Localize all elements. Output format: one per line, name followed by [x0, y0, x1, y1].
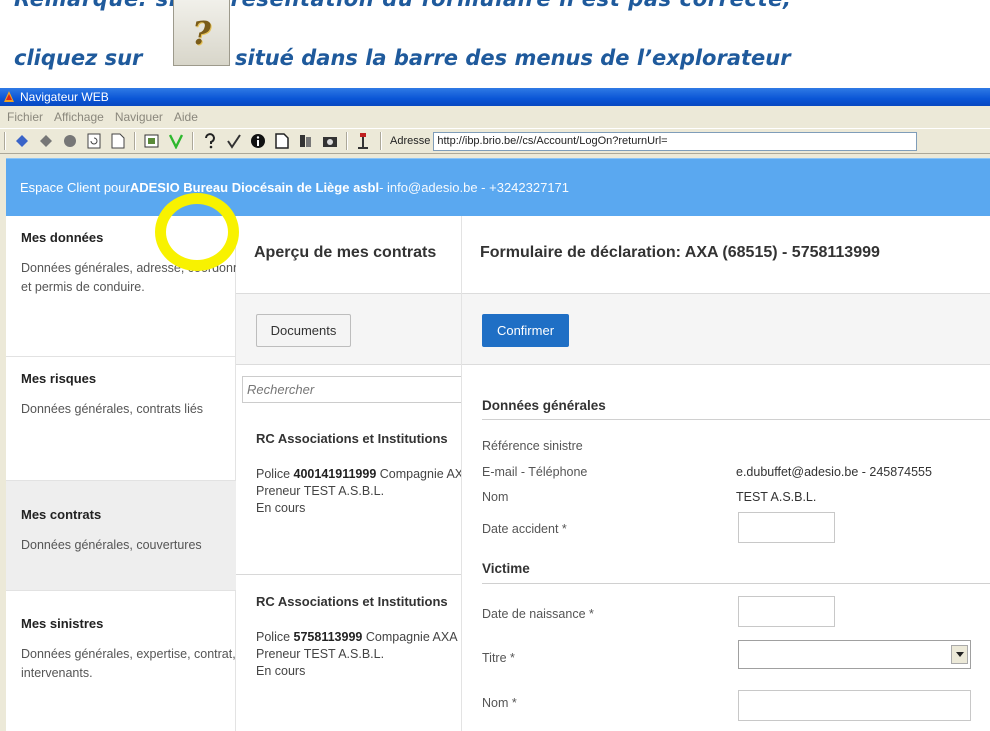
- sidebar-item-desc: Données générales, expertise, contrat, i…: [21, 647, 236, 680]
- name-label: Nom: [482, 490, 509, 504]
- window-title: Navigateur WEB: [20, 90, 109, 104]
- compat-view-icon[interactable]: [142, 131, 162, 151]
- section-divider: [482, 419, 990, 420]
- toolbar-separator: [134, 132, 136, 150]
- section-general: Données générales: [482, 398, 606, 413]
- toolbar-separator: [4, 132, 6, 150]
- ref-sinistre-label: Référence sinistre: [482, 439, 583, 453]
- search-input[interactable]: Rechercher: [242, 376, 461, 403]
- title-select[interactable]: [738, 640, 971, 669]
- contracts-heading: Aperçu de mes contrats: [236, 216, 461, 294]
- menu-aide[interactable]: Aide: [174, 110, 198, 124]
- contract-status: En cours: [256, 664, 306, 678]
- bookmark-icon[interactable]: [296, 131, 316, 151]
- refresh-icon[interactable]: [84, 131, 104, 151]
- sidebar-item-title: Mes risques: [21, 371, 97, 386]
- contract-police: Police 5758113999 Compagnie AXA: [256, 630, 458, 644]
- contract-divider: [236, 574, 461, 575]
- accident-date-input[interactable]: [738, 512, 835, 543]
- title-bar: Navigateur WEB: [0, 88, 990, 106]
- caption-line-2-end: situé dans la barre des menus de l’explo…: [235, 46, 791, 70]
- info-icon[interactable]: [248, 131, 268, 151]
- contracts-toolbar: Documents: [236, 294, 461, 365]
- contract-title: RC Associations et Institutions: [256, 594, 448, 609]
- menu-affichage[interactable]: Affichage: [54, 110, 104, 124]
- address-label: Adresse: [390, 135, 431, 147]
- browser-window: Navigateur WEB Fichier Affichage Navigue…: [0, 88, 990, 731]
- contract-item[interactable]: RC Associations et Institutions Police 4…: [236, 431, 461, 517]
- stop-icon[interactable]: [60, 131, 80, 151]
- sidebar-item-title: Mes sinistres: [21, 616, 104, 631]
- highlight-circle: [155, 193, 239, 271]
- spellcheck-icon[interactable]: [224, 131, 244, 151]
- header-org: ADESIO Bureau Diocésain de Liège asbl: [129, 180, 380, 195]
- header-prefix: Espace Client pour: [20, 180, 130, 195]
- caption-line-1: Remarque: si la présentation du formulai…: [14, 0, 792, 11]
- contract-preneur: Preneur TEST A.S.B.L.: [256, 484, 385, 498]
- menu-bar: Fichier Affichage Naviguer Aide: [0, 106, 990, 128]
- sidebar-item-mes-contrats[interactable]: Mes contrats Données générales, couvertu…: [6, 481, 236, 591]
- name-value: TEST A.S.B.L.: [736, 490, 817, 504]
- help-icon[interactable]: [200, 131, 220, 151]
- declaration-form: Formulaire de déclaration: AXA (68515) -…: [462, 216, 990, 731]
- accident-date-label: Date accident *: [482, 522, 567, 536]
- toolbar-separator: [380, 132, 382, 150]
- camera-icon[interactable]: [320, 131, 340, 151]
- birth-date-label: Date de naissance *: [482, 607, 594, 621]
- section-divider: [482, 583, 990, 584]
- toolbar-separator: [192, 132, 194, 150]
- form-toolbar: Confirmer: [462, 294, 990, 365]
- email-label: E-mail - Téléphone: [482, 465, 588, 479]
- contract-preneur: Preneur TEST A.S.B.L.: [256, 647, 385, 661]
- toolbar: Adresse http://ibp.brio.be//cs/Account/L…: [0, 128, 990, 154]
- menu-fichier[interactable]: Fichier: [7, 110, 43, 124]
- contracts-column: Aperçu de mes contrats Documents Recherc…: [236, 216, 462, 731]
- documents-button[interactable]: Documents: [256, 314, 351, 347]
- contract-police: Police 400141911999 Compagnie AXA: [256, 467, 462, 481]
- caption-line-2-start: cliquez sur: [14, 46, 143, 70]
- app-logo-icon: [4, 91, 14, 102]
- sidebar-item-mes-risques[interactable]: Mes risques Données générales, contrats …: [6, 357, 236, 481]
- sidebar-item-mes-sinistres[interactable]: Mes sinistres Données générales, experti…: [6, 591, 236, 731]
- contract-title: RC Associations et Institutions: [256, 431, 448, 446]
- caption-help-icon: ?: [173, 0, 230, 66]
- back-arrow-icon[interactable]: [12, 131, 32, 151]
- page-icon[interactable]: [108, 131, 128, 151]
- confirm-button[interactable]: Confirmer: [482, 314, 569, 347]
- contract-item[interactable]: RC Associations et Institutions Police 5…: [236, 594, 461, 680]
- birth-date-input[interactable]: [738, 596, 835, 627]
- section-victim: Victime: [482, 561, 530, 576]
- lastname-input[interactable]: [738, 690, 971, 721]
- form-heading: Formulaire de déclaration: AXA (68515) -…: [462, 216, 990, 294]
- lastname-label: Nom *: [482, 696, 517, 710]
- address-input[interactable]: http://ibp.brio.be//cs/Account/LogOn?ret…: [433, 131, 918, 151]
- chevron-down-icon[interactable]: [951, 645, 968, 664]
- sidebar-item-desc: Données générales, contrats liés: [21, 402, 204, 416]
- green-check-icon[interactable]: [166, 131, 186, 151]
- site-header: Espace Client pour ADESIO Bureau Diocésa…: [6, 158, 990, 216]
- header-contact: - info@adesio.be - +3242327171: [379, 180, 570, 195]
- sidebar-item-title: Mes contrats: [21, 507, 102, 522]
- forward-arrow-icon[interactable]: [36, 131, 56, 151]
- tool-icon[interactable]: [354, 131, 374, 151]
- email-value: e.dubuffet@adesio.be - 245874555: [736, 465, 932, 479]
- title-label: Titre *: [482, 651, 515, 665]
- contract-status: En cours: [256, 501, 306, 515]
- web-page: Espace Client pour ADESIO Bureau Diocésa…: [6, 158, 990, 731]
- document-icon[interactable]: [272, 131, 292, 151]
- sidebar: Mes données Données générales, adresse, …: [6, 216, 236, 731]
- instruction-caption: Remarque: si la présentation du formulai…: [0, 0, 990, 88]
- toolbar-separator: [346, 132, 348, 150]
- sidebar-item-desc: Données générales, couvertures: [21, 538, 202, 552]
- menu-naviguer[interactable]: Naviguer: [115, 110, 163, 124]
